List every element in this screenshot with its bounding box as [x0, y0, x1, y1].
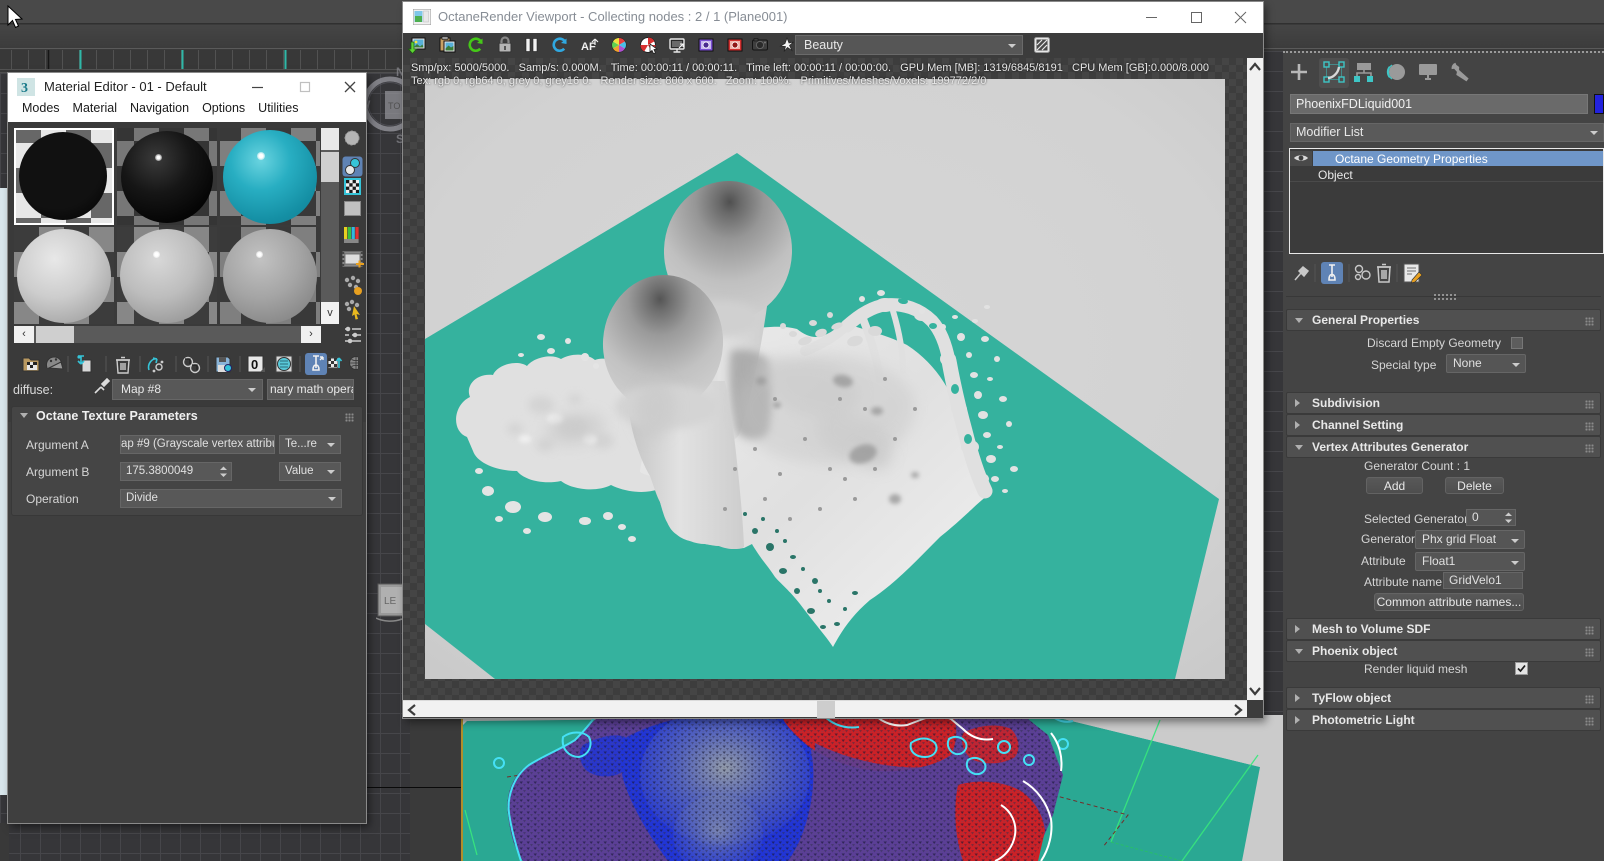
svg-text:TO: TO [388, 101, 400, 111]
svg-text:LE: LE [384, 596, 397, 607]
svg-text:3: 3 [21, 81, 28, 96]
svg-text:0: 0 [251, 357, 258, 372]
svg-text:N: N [396, 65, 403, 79]
svg-text:S: S [396, 132, 403, 146]
svg-text:AF: AF [581, 41, 596, 53]
